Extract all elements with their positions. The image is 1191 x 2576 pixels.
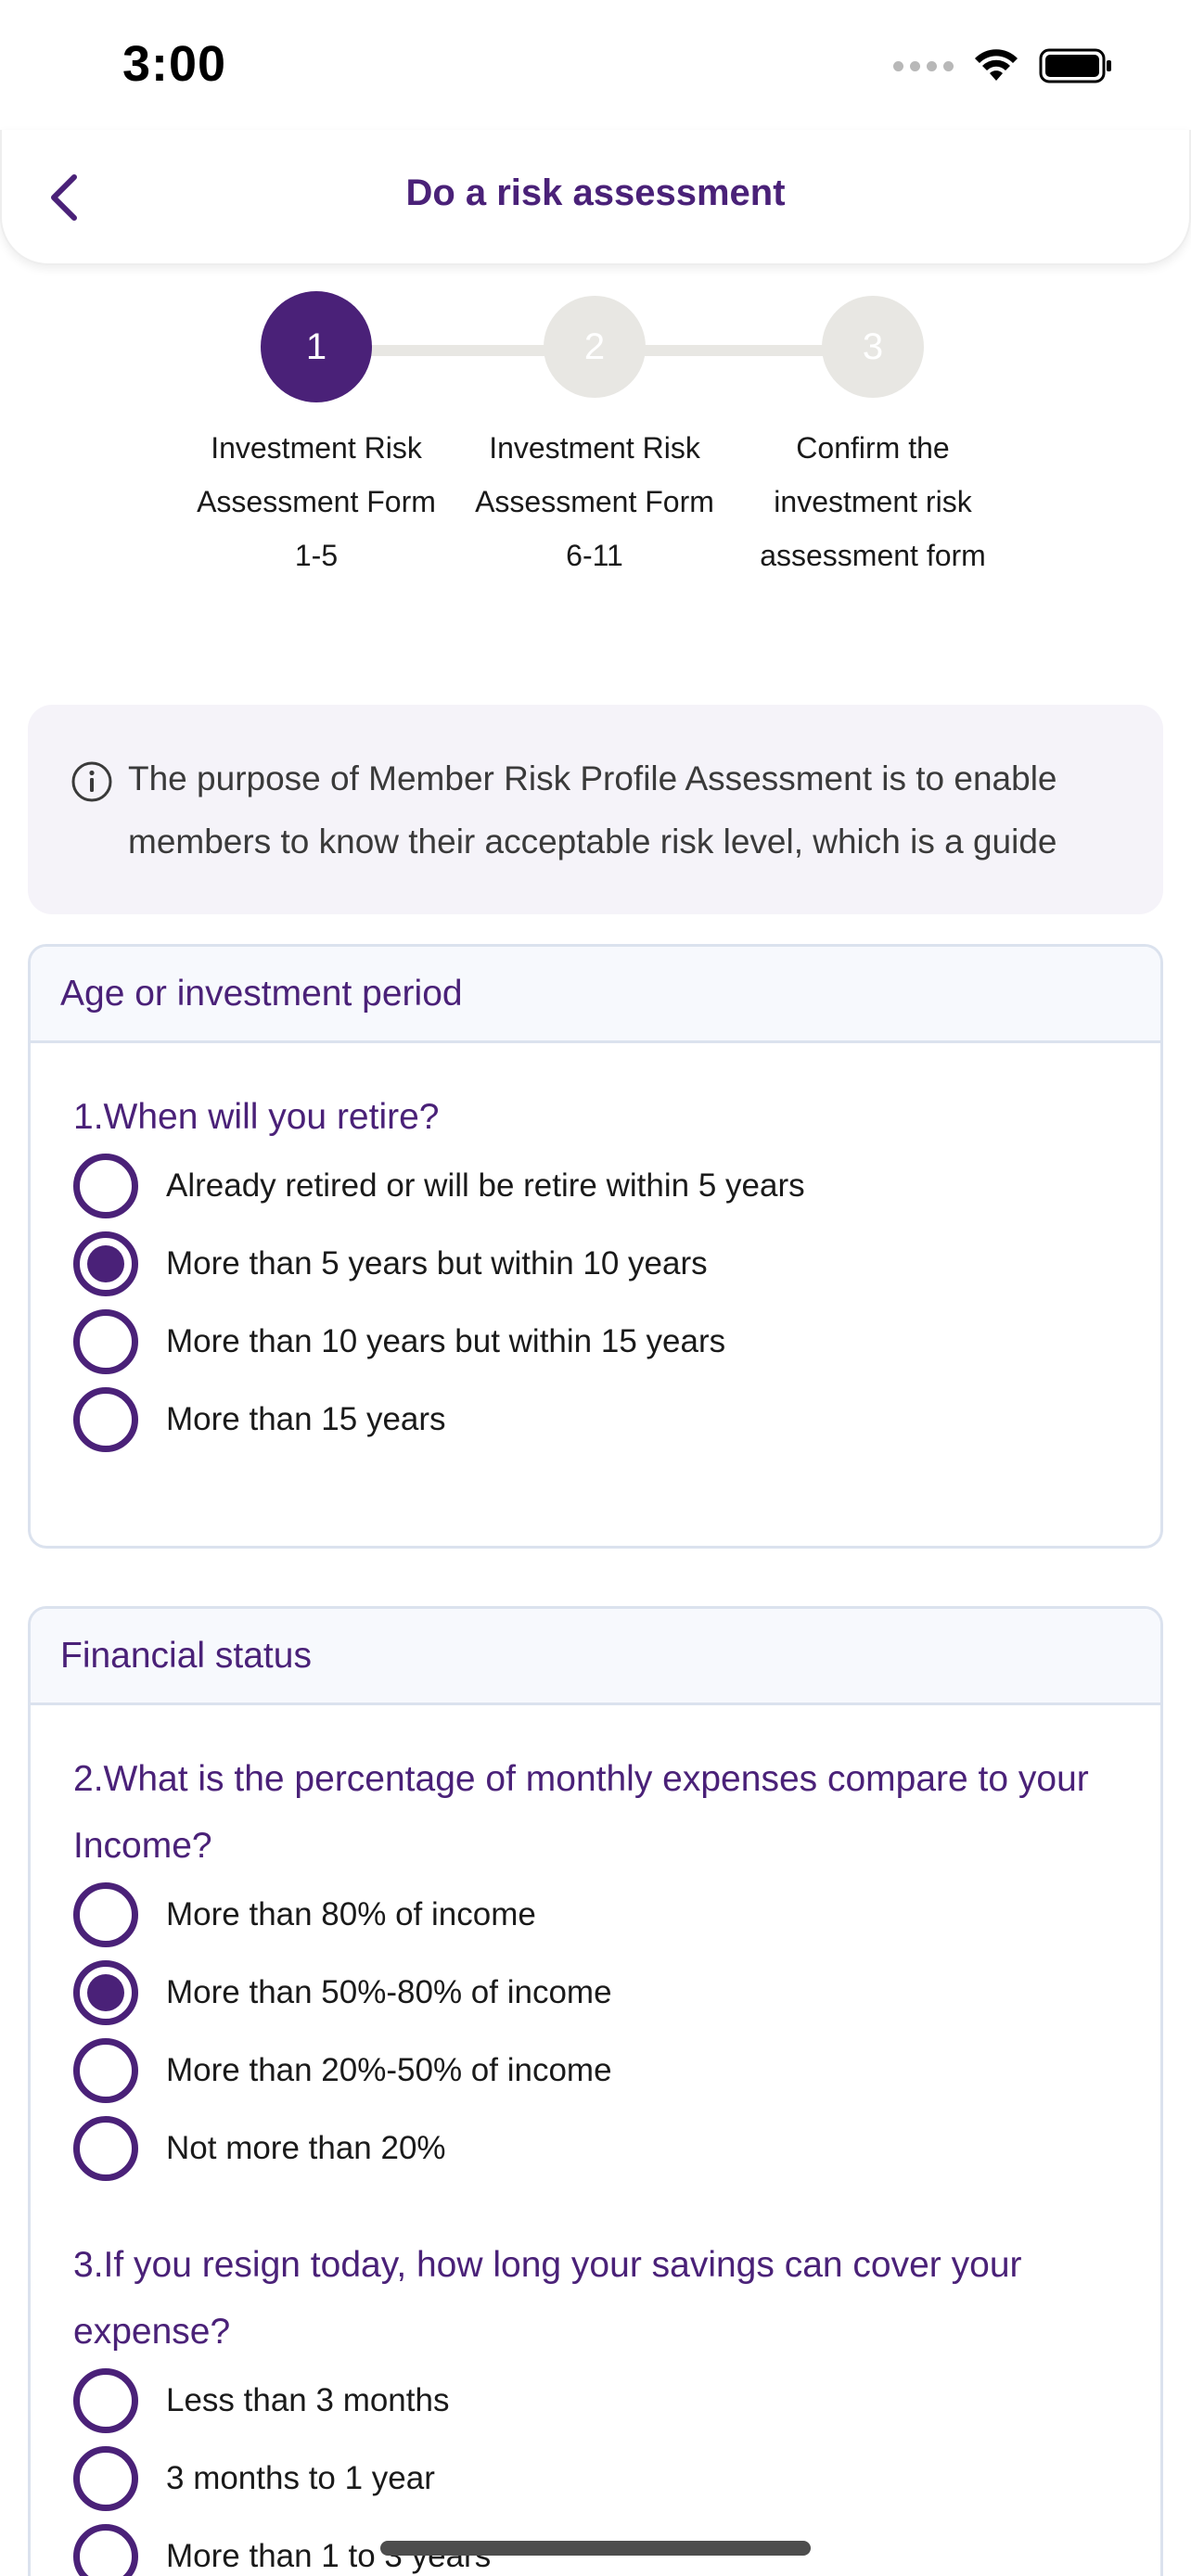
- info-text: The purpose of Member Risk Profile Asses…: [128, 759, 1057, 861]
- cellular-signal-icon: [893, 60, 954, 71]
- section-title: Financial status: [31, 1609, 1160, 1705]
- radio-button[interactable]: [73, 1882, 138, 1947]
- status-bar: 3:00: [0, 0, 1191, 130]
- option-label: More than 20%-50% of income: [166, 2052, 612, 2088]
- option-q2-2[interactable]: More than 50%-80% of income: [73, 1959, 612, 2026]
- step-2-indicator: 2: [544, 296, 646, 398]
- step-1-indicator: 1: [261, 291, 372, 402]
- option-label: Not more than 20%: [166, 2130, 446, 2166]
- option-q2-1[interactable]: More than 80% of income: [73, 1881, 536, 1948]
- option-q2-3[interactable]: More than 20%-50% of income: [73, 2037, 612, 2104]
- question-3: 3.If you resign today, how long your sav…: [73, 2245, 1022, 2352]
- option-q1-3[interactable]: More than 10 years but within 15 years: [73, 1308, 725, 1375]
- section-title: Age or investment period: [31, 947, 1160, 1043]
- radio-button[interactable]: [73, 1387, 138, 1452]
- step-number: 3: [862, 325, 884, 367]
- wifi-icon: [975, 49, 1018, 81]
- info-icon: [71, 761, 112, 802]
- radio-button[interactable]: [73, 2038, 138, 2103]
- question-2: 2.What is the percentage of monthly expe…: [73, 1759, 1089, 1866]
- option-label: More than 5 years but within 10 years: [166, 1245, 708, 1282]
- radio-button-selected[interactable]: [73, 1960, 138, 2025]
- battery-icon: [1039, 48, 1111, 83]
- radio-button-selected[interactable]: [73, 1231, 138, 1296]
- radio-button[interactable]: [73, 2368, 138, 2433]
- section-financial-status: Financial status 2.What is the percentag…: [28, 1606, 1163, 2576]
- option-q1-1[interactable]: Already retired or will be retire within…: [73, 1153, 805, 1219]
- radio-button[interactable]: [73, 2524, 138, 2576]
- step-3-indicator: 3: [822, 296, 924, 398]
- option-label: 3 months to 1 year: [166, 2460, 435, 2496]
- option-q2-4[interactable]: Not more than 20%: [73, 2115, 446, 2182]
- info-banner: The purpose of Member Risk Profile Asses…: [28, 705, 1163, 914]
- step-number: 1: [305, 325, 327, 367]
- option-label: More than 50%-80% of income: [166, 1974, 612, 2010]
- progress-stepper: 1 2 3 Investment Risk Assessment Form 1-…: [0, 291, 1191, 597]
- home-indicator[interactable]: [380, 2541, 811, 2556]
- question-1: 1.When will you retire?: [73, 1097, 440, 1137]
- radio-button[interactable]: [73, 1154, 138, 1218]
- step-number: 2: [583, 325, 606, 367]
- option-label: More than 80% of income: [166, 1896, 536, 1932]
- step-1-label: Investment Risk Assessment Form 1-5: [197, 431, 436, 572]
- step-3-label: Confirm the investment risk assessment f…: [760, 431, 986, 572]
- top-app-bar: Do a risk assessment: [0, 130, 1191, 265]
- option-label: Less than 3 months: [166, 2382, 450, 2418]
- option-q3-1[interactable]: Less than 3 months: [73, 2367, 449, 2434]
- radio-button[interactable]: [73, 2446, 138, 2511]
- option-label: More than 15 years: [166, 1401, 446, 1437]
- option-label: More than 10 years but within 15 years: [166, 1323, 726, 1359]
- radio-button[interactable]: [73, 2116, 138, 2181]
- status-icons: [893, 43, 1113, 89]
- option-label: Already retired or will be retire within…: [166, 1167, 805, 1204]
- step-2-label: Investment Risk Assessment Form 6-11: [475, 431, 714, 572]
- radio-button[interactable]: [73, 1309, 138, 1374]
- option-q1-2[interactable]: More than 5 years but within 10 years: [73, 1231, 708, 1297]
- page-title: Do a risk assessment: [405, 172, 786, 213]
- option-q3-2[interactable]: 3 months to 1 year: [73, 2445, 435, 2512]
- status-time: 3:00: [122, 36, 227, 92]
- section-age-investment-period: Age or investment period 1.When will you…: [28, 944, 1163, 1549]
- option-q1-4[interactable]: More than 15 years: [73, 1386, 446, 1453]
